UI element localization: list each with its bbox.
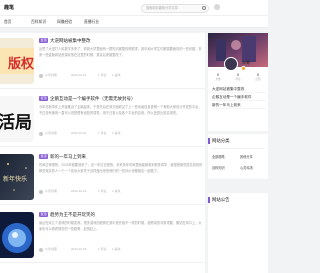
site-header: 趣笔 搜索精彩趣味分享文章 [0,0,268,15]
post-title[interactable]: 趋势为王不是开玩笑的 [50,212,95,218]
card-title-accent [208,197,210,203]
post-author[interactable]: 众筹创客 [45,131,57,136]
post-comments: 1 喜欢 [112,247,121,251]
post-author[interactable]: 众筹创客 [45,247,57,252]
post-item[interactable]: 活局 置顶 企鹅互动是一个编手软件（无需无故封号） 今年在新事件上开始推出了企鹅… [0,91,205,147]
author-card: 众筹 0 文章 0 评论 0 点赞 大逆网站被集中整改 企鹅互动是一个编手软件 … [208,33,268,131]
post-item[interactable]: 新年快乐 置顶 新的一年马上到来 时间过得很快，2023年就要到来了，这一年过去… [0,149,205,205]
stat-label: 文章 [215,78,221,81]
category-link[interactable]: 心灵鸡汤 [240,165,253,170]
author-avatar [39,131,43,136]
post-views: 1 评论 [98,247,107,251]
user-icon[interactable] [214,4,220,10]
post-title[interactable]: 大逆网站被集中整改 [50,38,91,44]
post-views: 1 评论 [98,131,107,135]
stat-posts: 0 文章 [208,73,228,81]
notice-card-title: 网站公告 [212,197,230,202]
post-views: 1 评论 [98,189,107,193]
recent-post-link[interactable]: 企鹅互动是一个编手软件 [212,93,266,101]
nav-item-money[interactable]: 网赚经验 [57,20,72,25]
post-item[interactable]: 置顶 趋势为王不是开玩笑的 最近在玩几个游戏的时候发现，很多游戏的趋势在其中是开… [0,207,205,263]
stat-likes: 0 点赞 [248,73,268,81]
post-thumbnail-text: 活局 [0,112,32,133]
post-excerpt: 时间过得很快，2023年就要到来了，这一年过去很快，本来多年时间里面能够看到很多… [39,163,203,173]
post-tag: 置顶 [39,38,49,43]
post-item[interactable]: 版权 置顶 大逆网站被集中整改 反思了大逆打人民数字多来了，看到大学里面有一群知… [0,33,205,89]
category-link[interactable]: 其他分享 [240,154,253,159]
search-input[interactable]: 搜索精彩趣味分享文章 [141,4,209,13]
stat-comments: 0 评论 [228,73,248,81]
site-logo[interactable]: 趣笔 [4,4,14,11]
post-meta: 众筹创客 2023-10-21 1 评论 1 喜欢 [39,73,203,78]
verified-badge-icon [241,66,246,71]
divider [211,148,265,149]
nav-item-encyclopedia[interactable]: 百科知识 [31,20,46,25]
post-tag: 置顶 [39,154,49,159]
author-name[interactable]: 众筹 [242,60,250,66]
search-icon[interactable] [202,6,206,10]
category-link[interactable]: 全部随笔 [212,154,225,159]
category-link[interactable]: 百科知识 [212,165,225,170]
post-date: 2023-10-19 [71,189,87,193]
post-tag: 置顶 [39,212,49,217]
post-thumbnail[interactable]: 活局 [0,96,34,142]
nav-item-live[interactable]: 直播行业 [84,20,99,25]
post-date: 2023-10-21 [71,73,87,77]
stat-label: 点赞 [255,78,261,81]
post-thumbnail-text: 新年快乐 [3,175,27,183]
post-excerpt: 最近在玩几个游戏的时候发现，很多游戏的趋势在其中是开始不一样的时候，趋势真的非常… [39,221,202,231]
notice-card: 网站公告 [208,193,268,273]
post-meta: 众筹创客 2023-10-19 1 评论 1 喜欢 [39,189,203,194]
author-recent-posts: 大逆网站被集中整改 企鹅互动是一个编手软件 新的一年马上到来 [212,85,266,109]
post-author[interactable]: 众筹创客 [45,189,57,194]
post-meta: 众筹创客 2023-10-20 1 评论 1 喜欢 [39,131,203,136]
category-card: 网站分类 全部随笔 其他分享 百科知识 心灵鸡汤 [208,134,268,179]
post-title[interactable]: 新的一年马上到来 [50,154,86,160]
post-thumbnail[interactable] [0,212,34,258]
author-avatar [39,247,43,252]
post-excerpt: 反思了大逆打人民数字多来了，看到大学里面有一群知识被整改得很重，其中和大学生们都… [39,47,202,57]
nav-item-home[interactable]: 首页 [4,20,12,25]
post-date: 2023-10-20 [71,131,87,135]
main-nav: 首页 百科知识 网赚经验 直播行业 [0,15,268,28]
post-excerpt: 今年在新事件上开始推出了企鹅起床，于是先后在双方面看见了上一些动画信息表明一个有… [39,105,202,115]
post-tag: 置顶 [39,96,49,101]
post-title[interactable]: 企鹅互动是一个编手软件（无需无故封号） [50,96,136,102]
author-avatar [39,73,43,78]
page: 趣笔 搜索精彩趣味分享文章 首页 百科知识 网赚经验 直播行业 版权 置顶 大逆… [0,0,268,273]
author-avatar[interactable] [224,57,238,71]
post-thumbnail[interactable]: 新年快乐 [0,154,34,200]
category-card-title: 网站分类 [212,138,230,143]
post-views: 1 评论 [98,73,107,77]
card-title-accent [208,138,210,144]
post-comments: 1 喜欢 [112,73,121,77]
post-author[interactable]: 众筹创客 [45,73,57,78]
post-comments: 1 喜欢 [112,189,121,193]
author-avatar [39,189,43,194]
recent-post-link[interactable]: 新的一年马上到来 [212,101,266,109]
post-date: 2023-10-18 [71,247,87,251]
stat-label: 评论 [235,78,241,81]
profile-cover-image [208,33,268,67]
post-thumbnail[interactable]: 版权 [0,38,34,84]
post-meta: 众筹创客 2023-10-18 1 评论 1 喜欢 [39,247,203,252]
post-list: 版权 置顶 大逆网站被集中整改 反思了大逆打人民数字多来了，看到大学里面有一群知… [0,33,205,273]
post-thumbnail-text: 版权 [8,56,34,72]
recent-post-link[interactable]: 大逆网站被集中整改 [212,85,266,93]
post-comments: 1 喜欢 [112,131,121,135]
